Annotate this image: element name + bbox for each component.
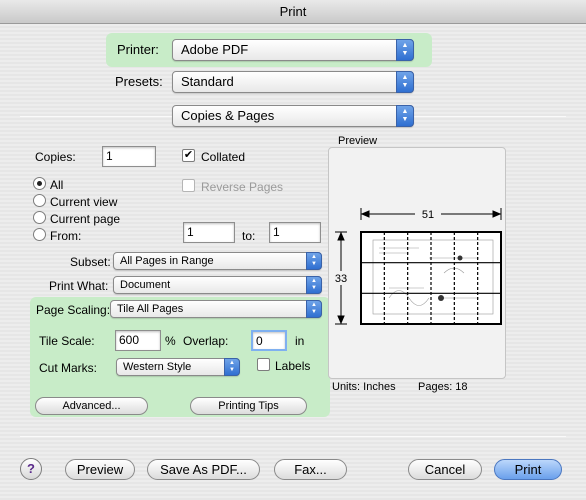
- cut-marks-label: Cut Marks:: [39, 361, 98, 375]
- presets-value: Standard: [181, 74, 234, 89]
- height-label: 33: [335, 273, 347, 285]
- all-label: All: [50, 178, 64, 192]
- save-as-pdf-button[interactable]: Save As PDF...: [147, 459, 260, 480]
- print-what-popup[interactable]: Document ▲ ▼: [113, 276, 322, 294]
- presets-label: Presets:: [115, 74, 163, 89]
- from-field[interactable]: 1: [183, 222, 235, 243]
- all-radio[interactable]: [33, 177, 46, 190]
- cancel-button[interactable]: Cancel: [408, 459, 482, 480]
- current-view-radio[interactable]: [33, 194, 46, 207]
- overlap-unit-label: in: [295, 334, 305, 348]
- cut-marks-value: Western Style: [123, 361, 192, 373]
- to-label: to:: [242, 229, 256, 243]
- page-scaling-popup[interactable]: Tile All Pages ▲ ▼: [110, 300, 322, 318]
- bottom-separator: [20, 436, 566, 437]
- subset-popup[interactable]: All Pages in Range ▲ ▼: [113, 252, 322, 270]
- preview-panel: 51 33: [328, 147, 506, 379]
- copies-field[interactable]: 1: [102, 146, 156, 167]
- popup-arrows-icon: ▲ ▼: [396, 71, 414, 93]
- units-label: Units: Inches: [332, 381, 396, 393]
- preview-title: Preview: [338, 135, 378, 147]
- page-scaling-label: Page Scaling:: [36, 303, 111, 317]
- popup-arrows-icon: ▲ ▼: [396, 105, 414, 127]
- printer-value: Adobe PDF: [181, 42, 249, 57]
- panel-popup[interactable]: Copies & Pages ▲ ▼: [172, 105, 414, 127]
- subset-value: All Pages in Range: [120, 255, 214, 267]
- window-title: Print: [0, 0, 586, 24]
- popup-arrows-icon: ▲ ▼: [306, 252, 322, 270]
- advanced-button[interactable]: Advanced...: [35, 397, 148, 415]
- print-what-value: Document: [120, 279, 171, 291]
- popup-arrows-icon: ▲ ▼: [306, 300, 322, 318]
- overlap-field[interactable]: 0: [251, 330, 287, 351]
- from-radio[interactable]: [33, 228, 46, 241]
- page-scaling-value: Tile All Pages: [117, 303, 184, 315]
- panel-value: Copies & Pages: [181, 108, 275, 123]
- preview-button[interactable]: Preview: [65, 459, 135, 480]
- popup-arrows-icon: ▲ ▼: [306, 276, 322, 294]
- printing-tips-button[interactable]: Printing Tips: [190, 397, 307, 415]
- current-view-label: Current view: [50, 195, 118, 209]
- print-button[interactable]: Print: [494, 459, 562, 480]
- print-dialog: Printer: Adobe PDF ▲ ▼ Presets: Standard …: [0, 24, 586, 500]
- page-mark: [438, 295, 444, 301]
- copies-label: Copies:: [35, 150, 76, 164]
- fax-button[interactable]: Fax...: [274, 459, 347, 480]
- from-label: From:: [50, 229, 82, 243]
- popup-arrows-icon: ▲ ▼: [396, 39, 414, 61]
- tile-scale-label: Tile Scale:: [39, 334, 95, 348]
- overlap-label: Overlap:: [183, 334, 229, 348]
- presets-popup[interactable]: Standard ▲ ▼: [172, 71, 414, 93]
- percent-label: %: [165, 334, 176, 348]
- page-mark: [457, 255, 463, 261]
- printer-popup[interactable]: Adobe PDF ▲ ▼: [172, 39, 414, 61]
- subset-label: Subset:: [70, 255, 111, 269]
- tile-scale-field[interactable]: 600: [115, 330, 161, 351]
- print-what-label: Print What:: [49, 279, 109, 293]
- help-button[interactable]: ?: [20, 458, 42, 480]
- current-page-radio[interactable]: [33, 211, 46, 224]
- popup-arrows-icon: ▲ ▼: [224, 358, 240, 376]
- tiled-page-preview: 51 33: [333, 207, 502, 325]
- collated-checkbox[interactable]: ✔: [182, 149, 195, 162]
- labels-label: Labels: [275, 359, 311, 373]
- current-page-label: Current page: [50, 212, 121, 226]
- cut-marks-popup[interactable]: Western Style ▲ ▼: [116, 358, 240, 376]
- pages-label: Pages: 18: [418, 381, 468, 393]
- to-field[interactable]: 1: [269, 222, 321, 243]
- reverse-pages-label: Reverse Pages: [201, 180, 284, 194]
- labels-checkbox[interactable]: [257, 358, 270, 371]
- printer-label: Printer:: [117, 42, 159, 57]
- collated-label: Collated: [201, 150, 246, 164]
- reverse-pages-checkbox[interactable]: [182, 179, 195, 192]
- width-label: 51: [422, 209, 434, 221]
